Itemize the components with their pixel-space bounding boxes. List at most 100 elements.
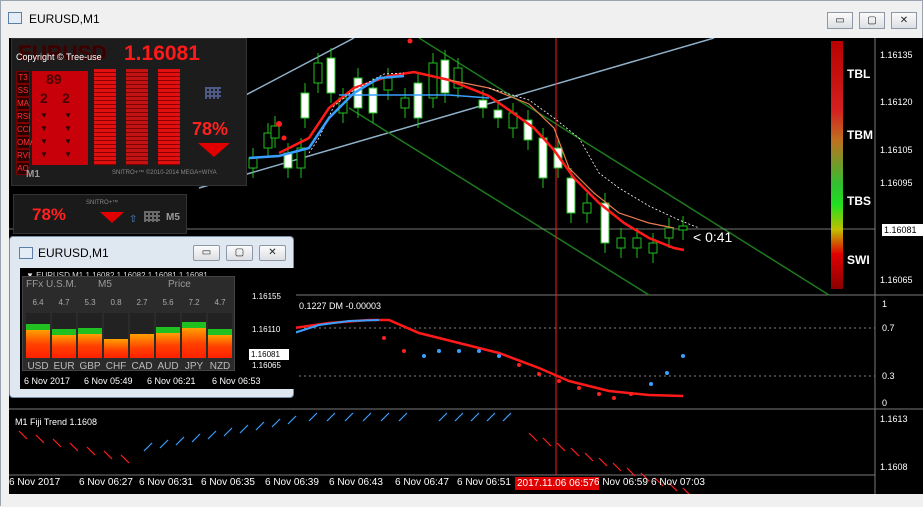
mini-brand: SNITRO+™ (86, 200, 119, 206)
signal-dot (402, 349, 406, 353)
currency-label: GBP (79, 361, 101, 372)
ind2-tick: 1.1608 (880, 462, 908, 472)
signal-dot (629, 392, 633, 396)
x-tick: 6 Nov 06:27 (79, 477, 133, 488)
close-button[interactable]: ✕ (891, 12, 917, 29)
candle-body (248, 157, 258, 169)
trend-up-arrow-icon (344, 412, 354, 422)
trend-down-arrow-icon (528, 432, 538, 442)
panel-brand: SNITRO+™ ©2010-2014 MEGA+WIYA (112, 170, 217, 176)
snitro-mini-panel: 78% SNITRO+™ ⇧ M5 (13, 194, 187, 234)
currency-label: EUR (53, 361, 75, 372)
ind2-tick: 1.1613 (880, 414, 908, 424)
trend-down-arrow-icon (35, 434, 45, 444)
candle-body (566, 177, 576, 214)
trend-up-arrow-icon (287, 415, 297, 425)
trend-up-arrow-icon (191, 433, 201, 443)
strength-column (26, 313, 50, 358)
strength-value: 5.3 (84, 298, 96, 307)
child-close-button[interactable]: ✕ (259, 245, 286, 261)
trend-up-arrow-icon (308, 412, 318, 422)
grid-arrow-icon: ▼ (40, 137, 48, 146)
window-titlebar[interactable]: EURUSD,M1 ▭ ▢ ✕ (1, 1, 922, 37)
label-oma: OMA (16, 136, 36, 149)
label-rvi: RVI (16, 149, 31, 162)
mt4-chart-window: EURUSD,M1 ▭ ▢ ✕ TBL TBM TBS SWI 1.16135 … (0, 0, 923, 507)
strength-column (156, 313, 180, 358)
child-y-tick: 1.16110 (252, 325, 281, 334)
x-tick: 6 Nov 06:51 (457, 477, 511, 488)
window-bottom-border (1, 494, 923, 507)
usm-timeframe: M5 (98, 279, 112, 290)
chart-window-icon (8, 12, 22, 24)
down-triangle-icon (198, 143, 230, 157)
signal-percent: 78% (192, 119, 229, 139)
child-chart-canvas[interactable]: ▼ EURUSD,M1 1.16082 1.16082 1.16081 1.16… (20, 268, 296, 389)
signal-dot (382, 336, 386, 340)
child-chart-window[interactable]: EURUSD,M1 ▭ ▢ ✕ ▼ EURUSD,M1 1.16082 1.16… (9, 236, 296, 398)
panel-copyright: Copyright © Tree-use (16, 52, 102, 62)
strength-bar (94, 69, 116, 165)
currency-label: AUD (157, 361, 179, 372)
current-price-tag: 1.16081 (882, 224, 923, 236)
label-ma: MA (16, 97, 30, 110)
candle-body (428, 62, 438, 99)
strength-bar (126, 69, 148, 165)
child-x-tick: 6 Nov 2017 (24, 376, 71, 386)
y-tick: 1.16065 (880, 275, 913, 285)
strength-value: 4.7 (214, 298, 226, 307)
minimize-button[interactable]: ▭ (827, 12, 853, 29)
usm-price-label: Price (168, 279, 191, 290)
panel-timeframe: M1 (26, 169, 40, 180)
candle-body (664, 227, 674, 239)
grid-num-2b: 2 (62, 90, 70, 106)
trend-up-arrow-icon (470, 412, 480, 422)
candle-body (632, 237, 642, 249)
trend-up-arrow-icon (239, 424, 249, 434)
trend-down-arrow-icon (570, 447, 580, 457)
child-minimize-button[interactable]: ▭ (193, 245, 220, 261)
snitro-signal-panel: EURUSD 1.16081 Copyright © Tree-use T3 S… (11, 38, 247, 186)
child-y-tick: 1.16155 (252, 292, 281, 301)
maximize-button[interactable]: ▢ (859, 12, 885, 29)
grid-arrow-icon: ▼ (40, 124, 48, 133)
trend-down-arrow-icon (103, 450, 113, 460)
x-tick: 6 Nov 06:47 (395, 477, 449, 488)
candle-body (313, 62, 323, 84)
child-maximize-button[interactable]: ▢ (226, 245, 253, 261)
trend-up-arrow-icon (486, 412, 496, 422)
trend-up-arrow-icon (271, 418, 281, 428)
mini-timeframe: M5 (166, 212, 180, 223)
down-triangle-icon (100, 212, 124, 223)
strength-value: 6.4 (32, 298, 44, 307)
candle-body (582, 202, 592, 214)
currency-label: CHF (105, 361, 127, 372)
grid-num-89: 89 (46, 71, 62, 87)
candle-body (400, 97, 410, 109)
x-tick: 6 Nov 06:31 (139, 477, 193, 488)
candle-body (440, 59, 450, 94)
trend-down-arrow-icon (598, 457, 608, 467)
y-tick: 1.16135 (880, 50, 913, 60)
currency-label: USD (27, 361, 49, 372)
y-tick: 1.16095 (880, 178, 913, 188)
gauge-label-tbs: TBS (847, 194, 871, 208)
x-tick: 6 Nov 06:35 (201, 477, 255, 488)
trend-up-arrow-icon (255, 421, 265, 431)
x-tick: 6 Nov 06:43 (329, 477, 383, 488)
indicator2-label: M1 Fiji Trend 1.1608 (15, 417, 98, 427)
signal-dot (537, 372, 541, 376)
grid-arrow-icon: ▼ (40, 111, 48, 120)
indicator1-label: 0.1227 DM -0.00003 (299, 301, 382, 311)
trend-up-arrow-icon (438, 412, 448, 422)
trend-down-arrow-icon (584, 452, 594, 462)
child-x-tick: 6 Nov 06:53 (212, 376, 261, 386)
ind1-tick: 0.3 (882, 371, 895, 381)
child-x-tick: 6 Nov 06:21 (147, 376, 196, 386)
candle-body (538, 137, 548, 179)
ind1-tick: 0.7 (882, 323, 895, 333)
signal-dot (477, 349, 481, 353)
trend-down-arrow-icon (556, 442, 566, 452)
y-tick: 1.16105 (880, 145, 913, 155)
signal-dot (681, 354, 685, 358)
